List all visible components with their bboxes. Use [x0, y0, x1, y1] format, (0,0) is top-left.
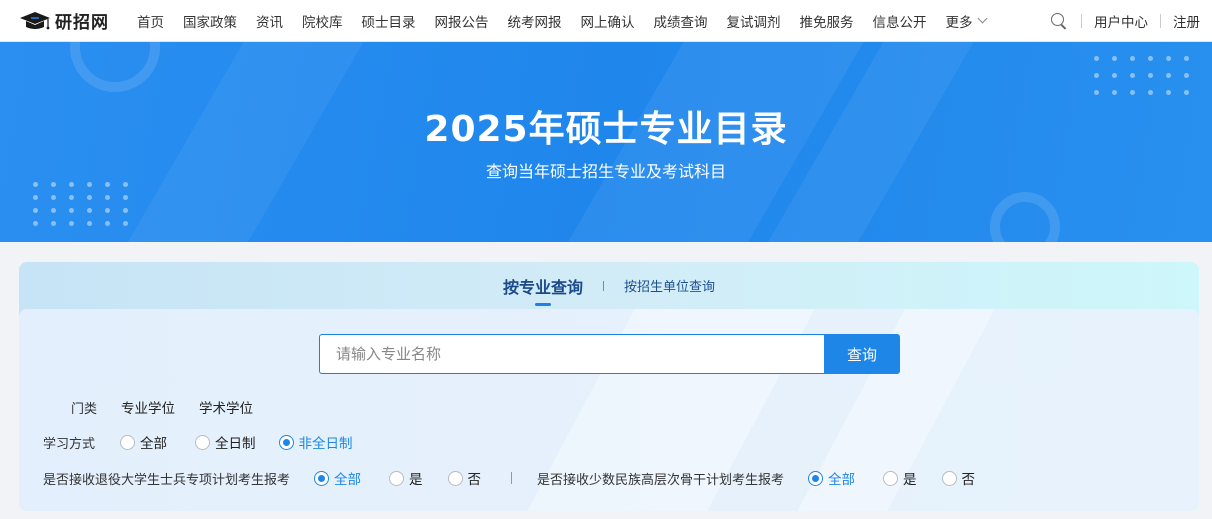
study-mode-all[interactable]: 全部 — [120, 432, 167, 452]
plan-filters-row: 是否接收退役大学生士兵专项计划考生报考 全部 是 否 是否接收少数民族高层次骨干… — [43, 468, 975, 488]
nav-item-policy[interactable]: 国家政策 — [183, 11, 237, 31]
nav-item-recommendation[interactable]: 推免服务 — [800, 11, 854, 31]
top-navbar: 研招网 首页 国家政策 资讯 院校库 硕士目录 网报公告 统考网报 网上确认 成… — [0, 0, 1212, 42]
register-link[interactable]: 注册 — [1173, 11, 1200, 31]
minority-option-no[interactable]: 否 — [941, 468, 975, 488]
veteran-plan-label: 是否接收退役大学生士兵专项计划考生报考 — [43, 472, 291, 488]
minority-plan-label: 是否接收少数民族高层次骨干计划考生报考 — [537, 472, 785, 488]
tab-by-major[interactable]: 按专业查询 — [503, 274, 583, 306]
hero-banner: 2025年硕士专业目录 查询当年硕士招生专业及考试科目 — [0, 42, 1212, 242]
logo-text: 研招网 — [55, 13, 109, 33]
header-right: 用户中心 注册 — [1051, 0, 1212, 42]
radio-button[interactable] — [447, 470, 463, 486]
page-subtitle: 查询当年硕士招生专业及考试科目 — [485, 162, 726, 181]
search-bar: 查询 — [319, 334, 900, 374]
site-logo[interactable]: 研招网 — [18, 8, 118, 33]
user-center-link[interactable]: 用户中心 — [1094, 11, 1148, 31]
search-icon[interactable] — [1051, 13, 1067, 29]
query-panel: 按专业查询 按招生单位查询 查询 门类 专业学位 学术学位 学习方式 全部 全日… — [19, 262, 1199, 511]
category-label: 门类 — [71, 401, 98, 417]
nav-item-announcements[interactable]: 网报公告 — [435, 11, 489, 31]
nav-item-disclosure[interactable]: 信息公开 — [873, 11, 927, 31]
query-tabs: 按专业查询 按招生单位查询 — [19, 262, 1199, 309]
radio-button[interactable] — [941, 470, 957, 486]
radio-button-selected[interactable] — [808, 470, 824, 486]
category-professional[interactable]: 专业学位 — [121, 397, 175, 417]
nav-more-label: 更多 — [945, 14, 973, 31]
category-row: 门类 专业学位 学术学位 — [46, 397, 253, 417]
radio-button[interactable] — [195, 434, 211, 450]
nav-item-schools[interactable]: 院校库 — [302, 11, 343, 31]
minority-option-yes[interactable]: 是 — [883, 468, 917, 488]
radio-button[interactable] — [120, 434, 136, 450]
divider — [1081, 14, 1082, 28]
study-mode-fulltime[interactable]: 全日制 — [195, 432, 256, 452]
veteran-option-all[interactable]: 全部 — [314, 468, 361, 488]
search-button[interactable]: 查询 — [824, 334, 900, 374]
banner-ring — [990, 192, 1060, 242]
chevron-down-icon — [977, 13, 987, 24]
study-mode-row: 学习方式 全部 全日制 非全日制 — [43, 432, 353, 452]
banner-dots — [33, 182, 128, 226]
main-nav: 首页 国家政策 资讯 院校库 硕士目录 网报公告 统考网报 网上确认 成绩查询 … — [137, 11, 1005, 31]
study-mode-parttime[interactable]: 非全日制 — [278, 432, 353, 452]
category-academic[interactable]: 学术学位 — [199, 397, 253, 417]
page-title: 2025年硕士专业目录 — [424, 109, 788, 150]
nav-item-news[interactable]: 资讯 — [256, 11, 283, 31]
study-mode-label: 学习方式 — [43, 436, 96, 452]
nav-item-adjustment[interactable]: 复试调剂 — [727, 11, 781, 31]
banner-ring — [70, 42, 160, 92]
tab-by-institution[interactable]: 按招生单位查询 — [624, 276, 715, 295]
veteran-option-no[interactable]: 否 — [447, 468, 481, 488]
veteran-option-yes[interactable]: 是 — [389, 468, 423, 488]
major-search-input[interactable] — [319, 334, 824, 374]
banner-dots — [1094, 56, 1189, 95]
nav-item-home[interactable]: 首页 — [137, 11, 164, 31]
minority-option-all[interactable]: 全部 — [808, 468, 855, 488]
radio-button[interactable] — [883, 470, 899, 486]
radio-button[interactable] — [389, 470, 405, 486]
nav-item-scores[interactable]: 成绩查询 — [654, 11, 708, 31]
radio-button-selected[interactable] — [278, 434, 294, 450]
filter-divider — [511, 472, 513, 484]
tab-divider — [603, 280, 604, 291]
nav-more-menu[interactable]: 更多 — [945, 11, 987, 31]
nav-item-registration[interactable]: 统考网报 — [508, 11, 562, 31]
radio-button-selected[interactable] — [314, 470, 330, 486]
divider — [1160, 14, 1161, 28]
graduation-cap-icon — [18, 10, 52, 32]
nav-item-catalog[interactable]: 硕士目录 — [362, 11, 416, 31]
nav-item-confirmation[interactable]: 网上确认 — [581, 11, 635, 31]
